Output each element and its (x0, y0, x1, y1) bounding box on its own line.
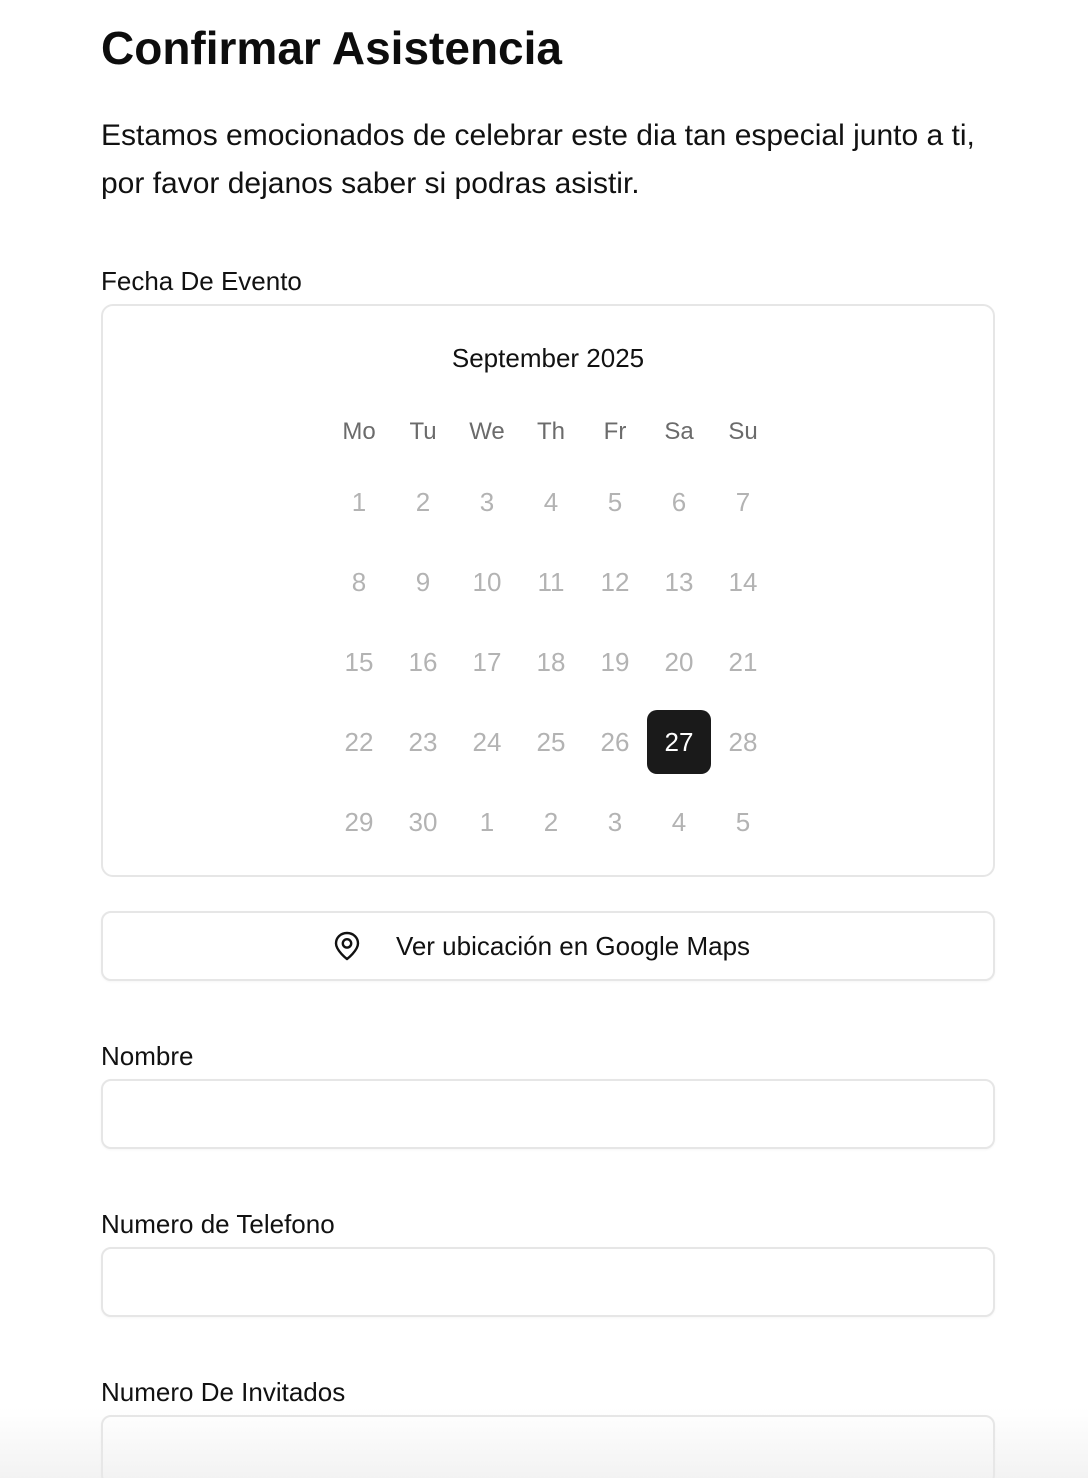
calendar-day[interactable]: 13 (647, 542, 711, 622)
phone-input[interactable] (101, 1247, 995, 1317)
event-calendar: September 2025 Mo Tu We Th Fr Sa Su 1234567891… (101, 304, 995, 877)
calendar-weekday: Su (728, 418, 758, 445)
calendar-day[interactable]: 4 (519, 462, 583, 542)
calendar-day[interactable]: 26 (583, 702, 647, 782)
map-pin-icon (332, 930, 362, 962)
calendar-day-number: 3 (479, 486, 495, 517)
calendar-weekday: Mo (342, 418, 376, 445)
calendar-day-number: 20 (664, 646, 694, 677)
calendar-day[interactable]: 2 (391, 462, 455, 542)
calendar-day-number: 5 (735, 806, 751, 837)
calendar-day[interactable]: 5 (583, 462, 647, 542)
calendar-day[interactable]: 4 (647, 782, 711, 862)
calendar-day-number: 1 (479, 806, 495, 837)
calendar-day-number: 19 (600, 646, 630, 677)
intro-text: Estamos emocionados de celebrar este dia… (101, 119, 975, 200)
guests-input[interactable] (101, 1415, 995, 1478)
calendar-day[interactable]: 3 (583, 782, 647, 862)
calendar-weekday: Th (536, 418, 565, 445)
calendar-day-selected[interactable]: 27 (647, 702, 711, 782)
calendar-day[interactable]: 21 (711, 622, 775, 702)
calendar-day-number: 16 (408, 646, 438, 677)
calendar-day-number: 3 (607, 806, 623, 837)
calendar-day-number: 22 (344, 726, 374, 757)
calendar-day[interactable]: 18 (519, 622, 583, 702)
calendar-day-number: 2 (415, 486, 431, 517)
calendar-day[interactable]: 6 (647, 462, 711, 542)
calendar-day[interactable]: 15 (327, 622, 391, 702)
calendar-day-number: 28 (728, 726, 758, 757)
calendar-day[interactable]: 3 (455, 462, 519, 542)
calendar-day-grid: 1 2 3 4 5 6 7 8 9 10 11 12 13 14 15 16 17 18 19 20 21 22 23 24 2… (327, 462, 775, 862)
google-maps-button-label: Ver ubicación en Google Maps (395, 930, 751, 961)
calendar-day-number: 11 (537, 566, 565, 597)
calendar-day[interactable]: 1 (455, 782, 519, 862)
calendar-day-number: 8 (351, 566, 367, 597)
calendar-day[interactable]: 8 (327, 542, 391, 622)
calendar-day-number: 6 (671, 486, 687, 517)
page-title: Confirmar Asistencia (101, 22, 562, 74)
calendar-day[interactable]: 11 (519, 542, 583, 622)
calendar-day-number: 9 (415, 566, 431, 597)
calendar-day-number: 5 (607, 486, 623, 517)
calendar-day[interactable]: 28 (711, 702, 775, 782)
calendar-day-number: 25 (536, 726, 566, 757)
calendar-day-number: 10 (472, 566, 502, 597)
calendar-day-number: 1 (351, 486, 367, 517)
calendar-day[interactable]: 24 (455, 702, 519, 782)
calendar-weekday-row: Mo Tu We Th Fr Sa Su (327, 416, 775, 448)
calendar-day-number: 12 (600, 566, 630, 597)
calendar-day-number: 26 (600, 726, 630, 757)
calendar-weekday: Tu (409, 418, 437, 445)
event-date-label: Fecha De Evento (101, 266, 302, 296)
calendar-day-number: 7 (735, 486, 751, 517)
name-input[interactable] (101, 1079, 995, 1149)
calendar-month-caption: September 2025 (451, 343, 645, 373)
calendar-day[interactable]: 14 (711, 542, 775, 622)
calendar-day[interactable]: 12 (583, 542, 647, 622)
calendar-day[interactable]: 2 (519, 782, 583, 862)
calendar-weekday: Fr (603, 418, 627, 445)
calendar-day[interactable]: 20 (647, 622, 711, 702)
calendar-day-number: 18 (536, 646, 566, 677)
calendar-day-number: 23 (408, 726, 438, 757)
calendar-weekday: We (469, 418, 505, 445)
calendar-day-number: 24 (472, 726, 502, 757)
calendar-day[interactable]: 5 (711, 782, 775, 862)
calendar-day-number: 2 (543, 806, 559, 837)
calendar-day[interactable]: 25 (519, 702, 583, 782)
phone-label: Numero de Telefono (101, 1209, 335, 1239)
calendar-day[interactable]: 1 (327, 462, 391, 542)
calendar-day-number: 15 (344, 646, 374, 677)
calendar-day-number: 29 (344, 806, 374, 837)
guests-label: Numero De Invitados (101, 1377, 346, 1407)
calendar-day-number: 17 (472, 646, 502, 677)
calendar-day-number: 4 (671, 806, 687, 837)
calendar-day[interactable]: 30 (391, 782, 455, 862)
calendar-day[interactable]: 16 (391, 622, 455, 702)
calendar-day[interactable]: 17 (455, 622, 519, 702)
calendar-day-number: 30 (408, 806, 438, 837)
calendar-day[interactable]: 7 (711, 462, 775, 542)
calendar-day[interactable]: 22 (327, 702, 391, 782)
calendar-day[interactable]: 23 (391, 702, 455, 782)
calendar-day[interactable]: 10 (455, 542, 519, 622)
calendar-day[interactable]: 9 (391, 542, 455, 622)
calendar-day-number: 14 (728, 566, 758, 597)
calendar-day-number: 4 (543, 486, 559, 517)
calendar-day[interactable]: 19 (583, 622, 647, 702)
calendar-day-number: 13 (664, 566, 694, 597)
calendar-day-number: 27 (647, 710, 711, 774)
calendar-weekday: Sa (664, 418, 694, 445)
name-label: Nombre (101, 1041, 194, 1071)
rsvp-page: Confirmar Asistencia Estamos emocionados… (0, 0, 1088, 1478)
calendar-day[interactable]: 29 (327, 782, 391, 862)
calendar-day-number: 21 (728, 646, 758, 677)
google-maps-button[interactable]: Ver ubicación en Google Maps (101, 911, 995, 981)
